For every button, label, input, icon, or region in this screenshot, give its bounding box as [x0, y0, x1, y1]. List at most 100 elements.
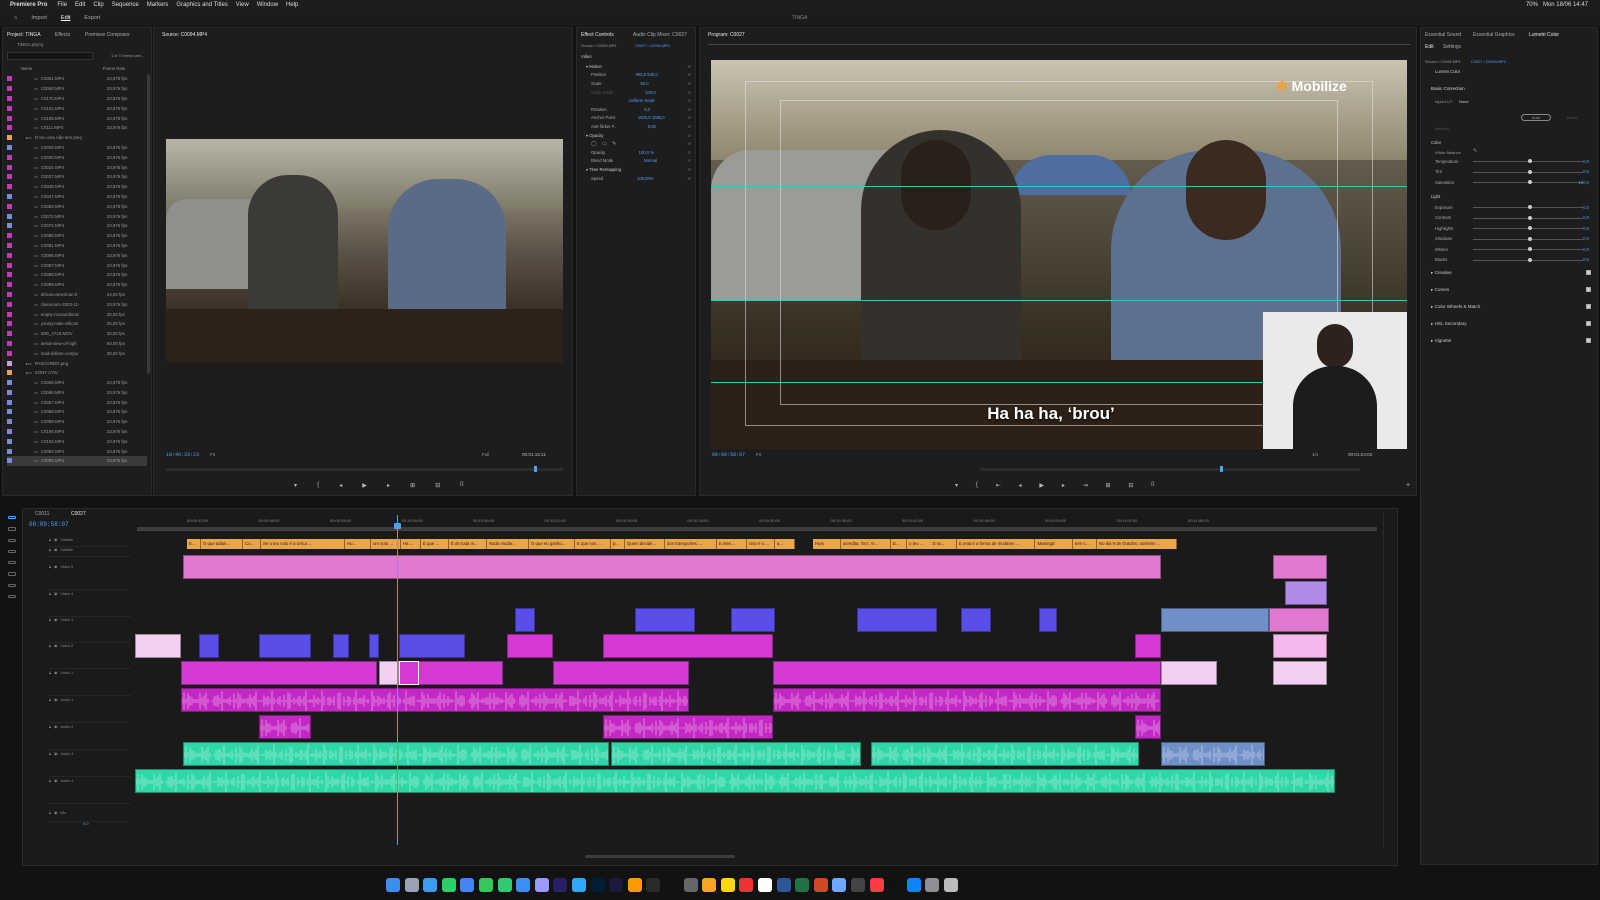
video3-clip[interactable]	[731, 608, 775, 632]
effect-row[interactable]: Position 960,0 540,0 ↺	[581, 71, 691, 80]
chrome-icon[interactable]	[460, 878, 475, 892]
menu-clip[interactable]: Clip	[93, 2, 103, 8]
project-item[interactable]: ▭ C0088.MP4 23,976 fps	[7, 270, 147, 280]
video3-clip[interactable]	[857, 608, 937, 632]
ripple-tool-icon[interactable]	[8, 538, 16, 542]
mail-icon[interactable]	[516, 878, 531, 892]
effect-row[interactable]: Rotation 0,0 ↺	[581, 105, 691, 114]
export-frame-icon[interactable]: ⌷	[1151, 482, 1155, 490]
slider-row[interactable]: Highlights 0,0	[1435, 223, 1593, 234]
slider-row[interactable]: Shadows 0,0	[1435, 234, 1593, 245]
subtitle-clip[interactable]: Hum	[813, 539, 841, 549]
capcut-icon[interactable]	[665, 878, 679, 892]
project-item[interactable]: ▭ C0063.MP4 23,976 fps	[7, 84, 147, 94]
clock[interactable]: Mon 18/06 14:47	[1543, 2, 1588, 8]
project-item[interactable]: ▭ C0009.MP4 23,976 fps	[7, 143, 147, 153]
step-forward-icon[interactable]: ▸	[387, 482, 390, 490]
subtitle-clip[interactable]: Ha ...	[401, 539, 421, 549]
safari-icon[interactable]	[423, 878, 438, 892]
project-item[interactable]: ▭ C0038.MP4 23,976 fps	[7, 182, 147, 192]
reset-icon[interactable]: ↺	[687, 81, 691, 86]
project-item[interactable]: ▭ C0053.MP4 23,976 fps	[7, 201, 147, 211]
input-lut-dropdown[interactable]: None	[1459, 99, 1469, 104]
insert-icon[interactable]: ⊞	[410, 482, 415, 490]
tab-source[interactable]: Source: C0094.MP4	[162, 32, 207, 38]
audio3-clip[interactable]	[871, 742, 1139, 766]
track-header[interactable]: 🔒︎ ◉ Video 4	[49, 591, 131, 617]
column-name-header[interactable]: Name	[21, 66, 32, 71]
source-scrub-bar[interactable]	[166, 468, 563, 471]
audio2-clip[interactable]	[1135, 715, 1161, 739]
menu-sequence[interactable]: Sequence	[112, 2, 139, 8]
project-item[interactable]: ▭ C0109.MP4 23,976 fps	[7, 113, 147, 123]
video2-clip[interactable]	[199, 634, 219, 658]
timeline-playhead-head[interactable]	[394, 523, 401, 529]
slider-row[interactable]: Whites 0,0	[1435, 244, 1593, 255]
track-eye-icon[interactable]: ◉	[54, 811, 57, 815]
video2-clip[interactable]	[507, 634, 553, 658]
project-item[interactable]: ▭ C0065.MP4 23,976 fps	[7, 378, 147, 388]
slider-track[interactable]	[1473, 247, 1583, 251]
video3-clip[interactable]	[635, 608, 695, 632]
subtitle-clip[interactable]: Hu...	[345, 539, 371, 549]
slider-track[interactable]	[1473, 169, 1583, 174]
subtitle-clip[interactable]: 'Maninga'	[1035, 539, 1073, 549]
video1-clip[interactable]	[773, 661, 1161, 685]
slider-value[interactable]: 0,0	[1583, 257, 1589, 262]
slider-row[interactable]: Temperature 0,0	[1435, 156, 1593, 167]
export-frame-icon[interactable]: ⌷	[460, 482, 464, 490]
step-back-icon[interactable]: ◂	[339, 482, 342, 490]
selection-tool-icon[interactable]	[8, 516, 16, 520]
excel-icon[interactable]	[795, 878, 810, 892]
project-item[interactable]: ▭ C0170.MP4 23,976 fps	[7, 94, 147, 104]
slider-value[interactable]: 0,0	[1583, 226, 1589, 231]
section-checkbox[interactable]	[1586, 287, 1591, 292]
app-menu[interactable]: Premiere Pro	[10, 2, 47, 8]
reset-icon[interactable]: ↺	[687, 158, 691, 163]
premiere-icon[interactable]	[553, 878, 568, 892]
tab-effect-controls[interactable]: Effect Controls	[581, 32, 614, 38]
track-eye-icon[interactable]: ◉	[54, 618, 57, 622]
audio1-clip[interactable]	[181, 688, 689, 712]
reset-icon[interactable]: ↺	[687, 98, 691, 103]
powerpoint-icon[interactable]	[813, 878, 828, 892]
tab-program[interactable]: Program: C0027	[708, 32, 745, 38]
mark-in-icon[interactable]: ▾	[294, 482, 297, 490]
track-eye-icon[interactable]: ◉	[54, 538, 57, 542]
project-item[interactable]: ▭ C0085.MP4 23,976 fps	[7, 250, 147, 260]
eyedropper-icon[interactable]: ✎	[1473, 148, 1477, 154]
project-item[interactable]: ▭ C0066.MP4 23,976 fps	[7, 388, 147, 398]
track-header[interactable]: 🔒︎ ◉ Audio 2	[49, 724, 131, 750]
slider-knob[interactable]	[1528, 205, 1532, 209]
menu-window[interactable]: Window	[257, 2, 278, 8]
app-icon[interactable]	[683, 878, 698, 892]
reset-icon[interactable]: ↺	[687, 115, 691, 120]
audio3-clip[interactable]	[183, 742, 609, 766]
subtitle-clip[interactable]: E esta é a forma de mudares ...	[957, 539, 1035, 549]
project-item[interactable]: ▭ C0095.MP4 23,976 fps	[7, 456, 147, 466]
program-scrub-bar[interactable]	[980, 468, 1360, 471]
track-eye-icon[interactable]: ◉	[54, 671, 57, 675]
video5-clip[interactable]	[1273, 555, 1327, 579]
slider-track[interactable]	[1473, 180, 1583, 184]
slider-value[interactable]: 0,0	[1583, 215, 1589, 220]
video1-clip[interactable]	[1161, 661, 1217, 685]
hand-tool-icon[interactable]	[8, 583, 16, 587]
effect-row[interactable]: ▾ Motion ↺	[581, 62, 691, 71]
track-lock-icon[interactable]: 🔒︎	[49, 698, 51, 702]
slider-row[interactable]: Tint 0,0	[1435, 167, 1593, 178]
slider-knob[interactable]	[1528, 169, 1532, 174]
project-item[interactable]: ▭ C0190.MP4 23,976 fps	[7, 427, 147, 437]
reset-icon[interactable]: ↺	[687, 72, 691, 77]
menu-edit[interactable]: Edit	[75, 2, 85, 8]
effect-param-value[interactable]: 960,0 540,0	[636, 72, 658, 77]
subtitle-clip[interactable]: Isso é o ...	[747, 539, 775, 549]
effect-row[interactable]: ▾ Time Remapping ↺	[581, 165, 691, 174]
mark-in-icon[interactable]: ▾	[955, 482, 958, 490]
video1-clip[interactable]	[1273, 661, 1327, 685]
effect-param-value[interactable]: 0,0	[644, 107, 650, 112]
finder-icon[interactable]	[386, 878, 400, 892]
track-header[interactable]: 🔒︎ ◉ Audio 4	[49, 778, 131, 804]
project-item[interactable]: ▭ C0072.MP4 23,976 fps	[7, 211, 147, 221]
program-timecode[interactable]: 00:09:58:07	[712, 452, 745, 458]
